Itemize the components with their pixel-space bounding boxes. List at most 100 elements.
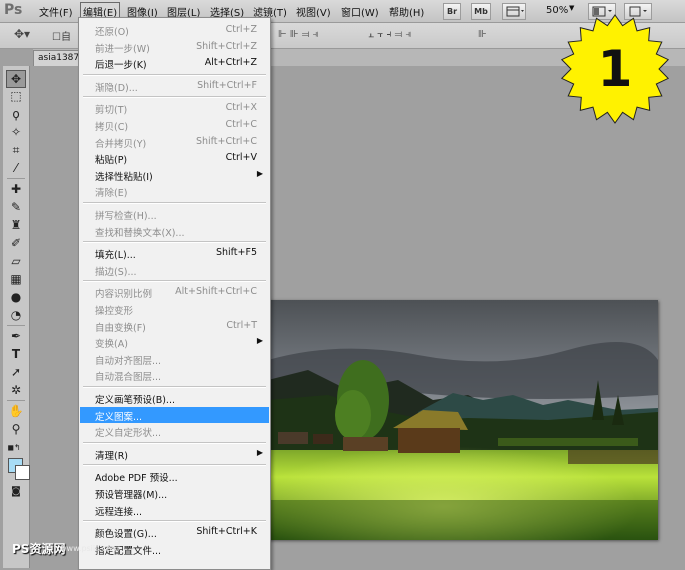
menu-separator <box>83 241 266 244</box>
mini-bridge-button[interactable]: Mb <box>471 3 491 20</box>
quick-mask-icon[interactable]: ◙ <box>7 484 25 500</box>
menu-item-label: 预设管理器(M)... <box>95 490 168 501</box>
edit-menu-item[interactable]: 后退一步(K) Alt+Ctrl+Z <box>80 55 269 71</box>
edit-menu-item[interactable]: 清理(R) ▶ <box>80 446 269 462</box>
menu-item-label: 填充(L)... <box>95 250 136 262</box>
menu-window[interactable]: 窗口(W) <box>339 4 381 19</box>
clone-stamp-tool-icon[interactable]: ♜ <box>7 217 25 233</box>
menu-separator <box>83 464 266 467</box>
auto-select-checkbox[interactable]: ☐自 <box>52 28 71 43</box>
edit-menu-item[interactable]: 拷贝(C) Ctrl+C <box>80 117 269 133</box>
edit-menu-item[interactable]: 选择性粘贴(I) ▶ <box>80 167 269 183</box>
menu-item-label: 剪切(T) <box>95 105 128 117</box>
edit-menu-item[interactable]: 前进一步(W) Shift+Ctrl+Z <box>80 39 269 55</box>
marquee-tool-icon[interactable]: ⬚ <box>7 88 25 104</box>
edit-menu-item[interactable]: 拼写检查(H)... <box>80 206 269 222</box>
edit-menu: 还原(O) Ctrl+Z 前进一步(W) Shift+Ctrl+Z 后退一步(K) Alt… <box>78 17 271 570</box>
eyedropper-tool-icon[interactable]: ⁄ <box>7 160 25 176</box>
menu-item-label: 粘贴(P) <box>95 155 128 167</box>
crop-tool-icon[interactable]: ⌗ <box>7 142 25 158</box>
distribute-icons[interactable]: ⫠ ⫟ ⫞ ⫤ ⫣ <box>368 29 411 40</box>
edit-menu-item[interactable]: 合并拷贝(Y) Shift+Ctrl+C <box>80 134 269 150</box>
hand-tool-icon[interactable]: ✋ <box>7 403 25 419</box>
menu-separator <box>83 386 266 388</box>
menu-view[interactable]: 视图(V) <box>294 4 333 19</box>
edit-menu-item[interactable]: 剪切(T) Ctrl+X <box>80 100 269 116</box>
menu-separator <box>83 520 266 523</box>
menu-item-label: 前进一步(W) <box>95 43 150 55</box>
edit-menu-item[interactable]: 操控变形 <box>80 301 269 317</box>
watermark-text: PS资源网 <box>12 542 66 556</box>
type-tool-icon[interactable]: T <box>7 346 25 362</box>
edit-menu-item[interactable]: 自动混合图层... <box>80 367 269 383</box>
move-tool-icon[interactable]: ✥ <box>6 70 26 88</box>
ps-logo: Ps <box>4 2 23 18</box>
auto-align-icon[interactable]: ⊪ <box>478 29 487 40</box>
blur-tool-icon[interactable]: ● <box>7 289 25 305</box>
eraser-tool-icon[interactable]: ▱ <box>7 253 25 269</box>
edit-menu-item[interactable]: 变换(A) ▶ <box>80 334 269 350</box>
menu-item-label: 后退一步(K) <box>95 60 147 72</box>
menu-separator <box>83 280 266 283</box>
edit-menu-item[interactable]: 粘贴(P) Ctrl+V <box>80 150 269 166</box>
tool-separator <box>7 325 25 326</box>
edit-menu-item[interactable]: 颜色设置(G)... Shift+Ctrl+K <box>80 524 269 540</box>
move-tool-preset-icon[interactable]: ✥▾ <box>14 27 30 41</box>
menu-item-label: 查找和替换文本(X)... <box>95 227 185 239</box>
menu-separator <box>83 441 266 444</box>
menu-item-shortcut: Ctrl+Z <box>225 24 257 35</box>
submenu-arrow-icon: ▶ <box>256 447 263 457</box>
edit-menu-item[interactable]: 查找和替换文本(X)... <box>80 223 269 239</box>
lasso-tool-icon[interactable]: ϙ <box>7 106 25 122</box>
menu-item-label: 拷贝(C) <box>95 122 129 133</box>
dodge-tool-icon[interactable]: ◔ <box>7 307 25 323</box>
menu-item-shortcut: Ctrl+C <box>225 119 258 130</box>
menu-item-shortcut: Shift+F5 <box>215 247 257 259</box>
zoom-chevron-icon[interactable]: ▼ <box>567 4 576 12</box>
edit-menu-item[interactable]: 自动对齐图层... <box>80 351 269 367</box>
edit-menu-item[interactable]: 描边(S)... <box>80 262 269 278</box>
menu-separator <box>83 96 266 99</box>
shape-tool-icon[interactable]: ✲ <box>7 382 25 398</box>
view-extras-icon <box>506 6 524 17</box>
view-extras-button[interactable] <box>502 3 526 20</box>
edit-menu-item[interactable]: 填充(L)... Shift+F5 <box>80 245 269 261</box>
edit-menu-item[interactable]: 还原(O) Ctrl+Z <box>80 22 269 38</box>
menu-separator <box>83 73 266 76</box>
edit-menu-item[interactable]: 定义图案... <box>80 406 269 423</box>
menu-item-shortcut: Shift+Ctrl+K <box>196 526 257 538</box>
edit-menu-item[interactable]: 定义画笔预设(B)... <box>80 390 269 406</box>
edit-menu-item[interactable]: 定义自定形状... <box>80 423 269 439</box>
watermark-url: www.psiis.com <box>60 544 119 553</box>
healing-brush-tool-icon[interactable]: ✚ <box>7 181 25 197</box>
edit-menu-item[interactable]: 清除(E) <box>80 183 269 199</box>
zoom-tool-icon[interactable]: ⚲ <box>7 421 25 437</box>
menu-item-shortcut: Shift+Ctrl+Z <box>196 40 257 52</box>
edit-menu-item[interactable]: 自由变换(F) Ctrl+T <box>80 318 269 334</box>
background-color-swatch[interactable] <box>15 465 30 480</box>
history-brush-tool-icon[interactable]: ✐ <box>7 235 25 251</box>
swap-colors-icon[interactable]: ◼↰ <box>5 440 23 456</box>
menu-item-shortcut: Alt+Shift+Ctrl+C <box>175 286 257 298</box>
menu-item-label: 拼写检查(H)... <box>95 211 157 222</box>
pen-tool-icon[interactable]: ✒ <box>7 328 25 344</box>
edit-menu-item[interactable]: Adobe PDF 预设... <box>80 468 269 484</box>
brush-tool-icon[interactable]: ✎ <box>7 199 25 215</box>
menu-item-shortcut: Shift+Ctrl+C <box>195 135 257 147</box>
path-selection-tool-icon[interactable]: ➚ <box>7 364 25 380</box>
edit-menu-item[interactable]: 预设管理器(M)... <box>80 485 269 501</box>
tool-separator <box>7 178 25 179</box>
quick-selection-tool-icon[interactable]: ✧ <box>7 124 25 140</box>
align-icons[interactable]: ⊩ ⊪ ⫤ ⫣ <box>278 29 319 40</box>
edit-menu-item[interactable]: 渐隐(D)... Shift+Ctrl+F <box>80 78 269 94</box>
landscape-photo[interactable] <box>268 300 658 540</box>
menu-item-label: 操控变形 <box>95 306 134 317</box>
menu-item-label: 清理(R) <box>95 450 129 462</box>
gradient-tool-icon[interactable]: ▦ <box>7 271 25 287</box>
menu-help[interactable]: 帮助(H) <box>387 4 426 19</box>
bridge-button[interactable]: Br <box>443 3 461 20</box>
edit-menu-item[interactable]: 内容识别比例 Alt+Shift+Ctrl+C <box>80 284 269 300</box>
menu-file[interactable]: 文件(F) <box>37 4 75 19</box>
edit-menu-item[interactable]: 远程连接... <box>80 502 269 518</box>
menu-item-shortcut: Ctrl+V <box>225 152 257 164</box>
